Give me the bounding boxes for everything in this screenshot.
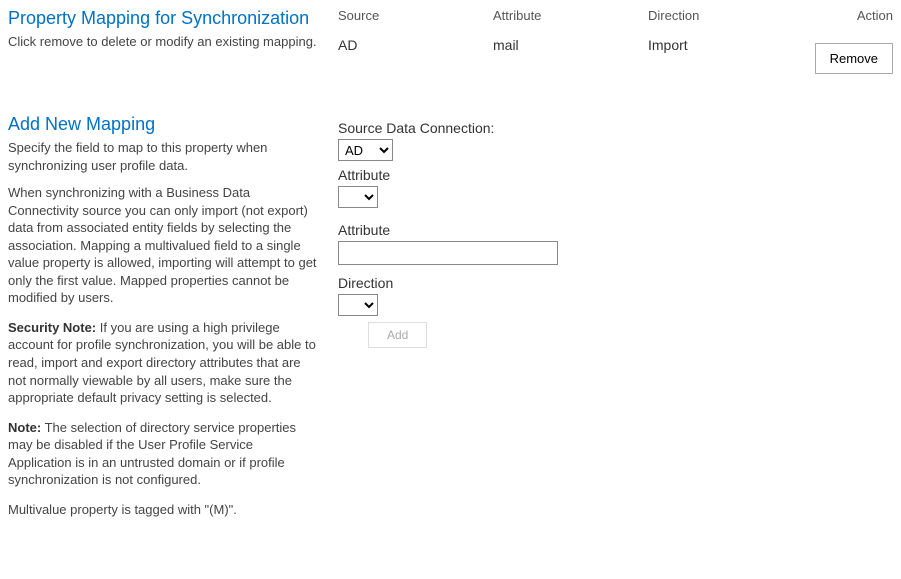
source-data-connection-label: Source Data Connection: [338,120,893,136]
security-note-label: Security Note: [8,320,96,335]
property-mapping-right: Source AD Attribute mail Direction Impor… [338,8,893,74]
add-mapping-left: Add New Mapping Specify the field to map… [8,114,338,530]
add-button[interactable]: Add [368,322,427,348]
mapping-header-attribute: Attribute [493,8,638,23]
attribute-text-label: Attribute [338,222,893,238]
source-data-connection-select[interactable]: AD [338,139,393,161]
note-label: Note: [8,420,41,435]
mapping-col-attribute: Attribute mail [493,8,648,74]
mapping-col-action: Action Remove [803,8,893,74]
property-mapping-desc: Click remove to delete or modify an exis… [8,33,318,51]
mapping-col-direction: Direction Import [648,8,803,74]
direction-label: Direction [338,275,893,291]
mapping-value-direction: Import [648,37,793,53]
property-mapping-title: Property Mapping for Synchronization [8,8,318,29]
add-mapping-right: Source Data Connection: AD Attribute Att… [338,114,893,530]
mapping-col-source: Source AD [338,8,493,74]
mapping-header-action: Action [803,8,893,23]
property-mapping-left: Property Mapping for Synchronization Cli… [8,8,338,74]
add-mapping-desc: Specify the field to map to this propert… [8,139,318,174]
add-mapping-para1: When synchronizing with a Business Data … [8,184,318,307]
add-mapping-section: Add New Mapping Specify the field to map… [8,114,893,530]
add-mapping-security: Security Note: If you are using a high p… [8,319,318,407]
note-text: The selection of directory service prope… [8,420,296,488]
attribute-select[interactable] [338,186,378,208]
mapping-value-source: AD [338,37,483,53]
mapping-table: Source AD Attribute mail Direction Impor… [338,8,893,74]
mapping-value-attribute: mail [493,37,638,53]
remove-button[interactable]: Remove [815,43,893,74]
add-mapping-title: Add New Mapping [8,114,318,135]
attribute-select-label: Attribute [338,167,893,183]
mapping-header-source: Source [338,8,483,23]
property-mapping-section: Property Mapping for Synchronization Cli… [8,8,893,74]
attribute-text-input[interactable] [338,241,558,265]
mapping-header-direction: Direction [648,8,793,23]
direction-select[interactable] [338,294,378,316]
add-mapping-note: Note: The selection of directory service… [8,419,318,489]
add-mapping-multivalue: Multivalue property is tagged with "(M)"… [8,501,318,519]
